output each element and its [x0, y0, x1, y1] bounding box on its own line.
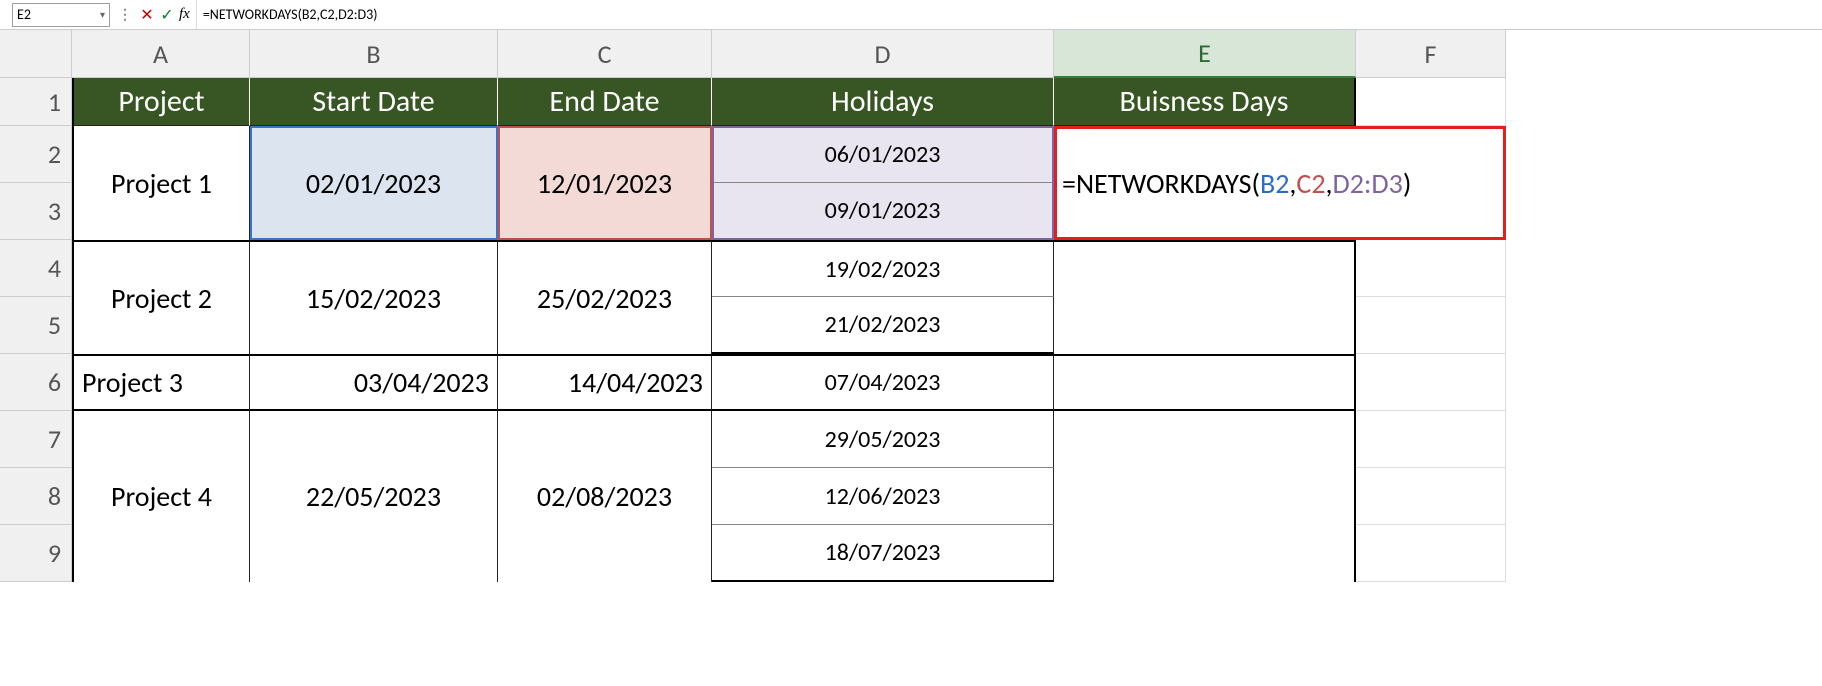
row-header-9[interactable]: 9 — [0, 525, 72, 582]
row-header-8[interactable]: 8 — [0, 468, 72, 525]
cell-F5[interactable] — [1356, 297, 1506, 354]
th-holidays[interactable]: Holidays — [712, 78, 1054, 126]
cell-E6[interactable] — [1054, 354, 1356, 411]
cell-E4[interactable] — [1054, 240, 1356, 354]
cell-A4[interactable]: Project 2 — [72, 240, 250, 354]
cell-D2[interactable]: 06/01/2023 — [712, 126, 1054, 183]
spreadsheet-grid[interactable]: A B C D E F 1 Project Start Date End Dat… — [0, 30, 1822, 582]
th-start[interactable]: Start Date — [250, 78, 498, 126]
col-header-D[interactable]: D — [712, 30, 1054, 78]
formula-bar: E2 ▾ ⋮ ✕ ✓ fx =NETWORKDAYS(B2,C2,D2:D3) — [0, 0, 1822, 30]
cell-C7[interactable]: 02/08/2023 — [498, 411, 712, 582]
cell-D9[interactable]: 18/07/2023 — [712, 525, 1054, 582]
cancel-button[interactable]: ✕ — [137, 5, 157, 25]
cell-F9[interactable] — [1356, 525, 1506, 582]
row-header-3[interactable]: 3 — [0, 183, 72, 240]
cell-A2[interactable]: Project 1 — [72, 126, 250, 240]
formula-display: =NETWORKDAYS(B2,C2,D2:D3) — [1062, 166, 1411, 201]
cell-A6[interactable]: Project 3 — [72, 354, 250, 411]
cell-E7[interactable] — [1054, 411, 1356, 582]
cell-B4[interactable]: 15/02/2023 — [250, 240, 498, 354]
cell-C6[interactable]: 14/04/2023 — [498, 354, 712, 411]
cell-F7[interactable] — [1356, 411, 1506, 468]
cell-D3[interactable]: 09/01/2023 — [712, 183, 1054, 240]
row-header-5[interactable]: 5 — [0, 297, 72, 354]
cell-D4[interactable]: 19/02/2023 — [712, 240, 1054, 297]
cell-A7[interactable]: Project 4 — [72, 411, 250, 582]
row-header-7[interactable]: 7 — [0, 411, 72, 468]
cell-B2[interactable]: 02/01/2023 — [250, 126, 498, 240]
formula-bar-grip-icon: ⋮ — [118, 6, 133, 23]
cell-D5[interactable]: 21/02/2023 — [712, 297, 1054, 354]
cell-F8[interactable] — [1356, 468, 1506, 525]
select-all-corner[interactable] — [0, 30, 72, 78]
row-header-4[interactable]: 4 — [0, 240, 72, 297]
th-end[interactable]: End Date — [498, 78, 712, 126]
formula-input-text: =NETWORKDAYS(B2,C2,D2:D3) — [203, 6, 378, 23]
cell-F4[interactable] — [1356, 240, 1506, 297]
cell-C2[interactable]: 12/01/2023 — [498, 126, 712, 240]
formula-input[interactable]: =NETWORKDAYS(B2,C2,D2:D3) — [196, 0, 1822, 29]
name-box[interactable]: E2 ▾ — [12, 3, 110, 27]
col-header-E[interactable]: E — [1054, 30, 1356, 78]
col-header-F[interactable]: F — [1356, 30, 1506, 78]
fx-icon[interactable]: fx — [179, 6, 190, 23]
cell-D8[interactable]: 12/06/2023 — [712, 468, 1054, 525]
cell-F6[interactable] — [1356, 354, 1506, 411]
cell-E2-formula[interactable]: =NETWORKDAYS(B2,C2,D2:D3) — [1054, 126, 1506, 240]
th-project[interactable]: Project — [72, 78, 250, 126]
chevron-down-icon[interactable]: ▾ — [100, 8, 105, 21]
col-header-C[interactable]: C — [498, 30, 712, 78]
th-bdays[interactable]: Buisness Days — [1054, 78, 1356, 126]
cell-D7[interactable]: 29/05/2023 — [712, 411, 1054, 468]
col-header-B[interactable]: B — [250, 30, 498, 78]
row-header-6[interactable]: 6 — [0, 354, 72, 411]
cell-F1[interactable] — [1356, 78, 1506, 126]
cell-D6[interactable]: 07/04/2023 — [712, 354, 1054, 411]
cell-B6[interactable]: 03/04/2023 — [250, 354, 498, 411]
row-header-1[interactable]: 1 — [0, 78, 72, 126]
name-box-value: E2 — [17, 6, 100, 23]
enter-button[interactable]: ✓ — [157, 5, 177, 25]
cell-B7[interactable]: 22/05/2023 — [250, 411, 498, 582]
row-header-2[interactable]: 2 — [0, 126, 72, 183]
col-header-A[interactable]: A — [72, 30, 250, 78]
cell-C4[interactable]: 25/02/2023 — [498, 240, 712, 354]
